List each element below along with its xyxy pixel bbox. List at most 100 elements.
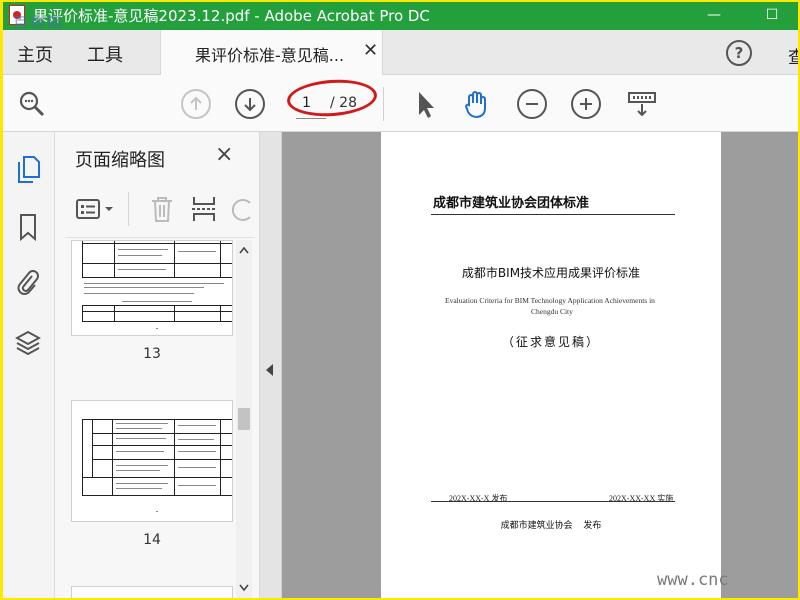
thumb-table-line [82,419,232,420]
thumbnail-page-13[interactable] [71,240,233,336]
thumbnail-options-icon[interactable] [75,196,123,224]
thumb-table-line [220,241,221,277]
thumb-text-line [116,465,168,466]
title-bar: 果评价标准-意见稿2023.12.pdf - Adobe Acrobat Pro… [3,2,798,30]
footer-rule [431,501,675,502]
thumb-text-line [178,485,216,486]
page-thumbnails-icon[interactable] [15,154,41,184]
panel-collapse-strip[interactable] [260,132,282,598]
thumb-table-line [92,419,93,477]
thumb-text-line [116,428,162,429]
thumb-page-dot [156,511,158,512]
thumbnails-toolbar-divider [128,192,129,226]
thumbnails-list: 13 14 [55,240,260,598]
thumb-table-line [174,241,175,277]
bookmarks-icon[interactable] [15,212,41,242]
thumb-table-line [82,241,83,277]
thumb-table-line [220,419,221,495]
document-title: 成都市BIM技术应用成果评价标准 [461,266,641,280]
scroll-down-icon[interactable] [239,584,249,592]
thumbnail-label-14: 14 [143,532,161,548]
zoom-out-icon[interactable] [517,89,547,119]
thumbnail-page-15[interactable] [71,586,233,598]
search-tab-truncated[interactable]: 查 [788,43,798,68]
page-input-underline [296,118,326,119]
thumb-text-line [178,251,216,252]
tab-bar: 主页 工具 果评价标准-意见稿... ✕ ? 查 [3,30,798,75]
rotate-page-icon[interactable] [232,194,252,224]
document-tab-label: 果评价标准-意见稿... [195,46,345,65]
collapse-panel-icon[interactable] [266,364,273,376]
zoom-in-icon[interactable] [571,89,601,119]
thumbnails-scrollbar[interactable] [236,240,252,598]
zoom-search-icon[interactable] [17,89,47,119]
thumb-table-line [82,321,232,322]
thumb-table-line [82,477,232,478]
thumb-table-line [220,305,221,321]
english-title-line-2: Chengdu City [531,307,573,316]
thumb-text-line [178,451,216,452]
tab-tools[interactable]: 工具 [87,41,123,67]
scroll-up-icon[interactable] [239,246,249,254]
thumbnail-page-14[interactable] [71,400,233,522]
fit-page-icon[interactable] [627,89,657,119]
thumb-table-line [82,305,83,321]
tab-home[interactable]: 主页 [17,41,53,67]
thumb-text-line [116,488,162,489]
maximize-icon[interactable]: ☐ [761,4,783,26]
minimize-icon[interactable]: — [703,4,725,26]
layers-icon[interactable] [15,328,41,358]
thumb-text-line [178,467,216,468]
thumb-table-line [82,419,83,495]
thumb-text-line [118,269,166,270]
navigation-rail [3,132,55,598]
publisher-line: 成都市建筑业协会 发布 [500,521,602,531]
draft-label: （征求意见稿） [501,335,600,349]
thumb-page-dot [156,328,158,329]
thumb-text-line [116,483,168,484]
thumb-text-line [178,439,214,440]
thumbnail-label-13: 13 [143,346,161,362]
thumb-table-line [82,243,232,244]
close-panel-icon[interactable]: × [215,142,233,167]
thumb-text-line [116,470,160,471]
attachments-icon[interactable] [15,268,41,298]
page-thumbnails-panel: 页面缩略图 × 13 14 [55,132,260,598]
thumb-table-line [82,277,232,278]
implementation-date: 202X-XX-XX 实施 [609,494,674,503]
insert-page-icon[interactable] [190,194,218,224]
thumb-text-line [116,451,164,452]
thumb-table-line [114,305,115,321]
acrobat-window: 果评价标准-意见稿2023.12.pdf - Adobe Acrobat Pro… [3,2,798,598]
thumb-text-line [116,423,168,424]
thumb-text-line [84,293,194,294]
issue-date: 202X-XX-X 发布 [449,494,508,503]
thumbnails-panel-title: 页面缩略图 [75,150,165,171]
toolbar-divider [383,87,384,121]
standard-org-heading: 成都市建筑业协会团体标准 [433,196,590,211]
thumb-text-line [122,301,192,302]
previous-page-icon[interactable] [181,89,211,119]
thumb-table-line [114,241,115,277]
thumb-table-line [92,445,232,446]
thumbnails-toolbar [65,184,255,238]
thumb-text-line [84,283,224,284]
select-cursor-icon[interactable] [411,89,441,119]
heading-rule [431,214,675,215]
delete-page-icon[interactable] [149,194,175,224]
next-page-icon[interactable] [235,89,265,119]
help-icon[interactable]: ? [726,40,752,66]
thumb-text-line [116,438,166,439]
thumb-table-line [82,311,232,312]
tab-document[interactable]: 果评价标准-意见稿... ✕ [160,30,383,75]
scrollbar-thumb[interactable] [238,408,250,430]
window-title: 果评价标准-意见稿2023.12.pdf - Adobe Acrobat Pro… [33,7,430,25]
close-tab-icon[interactable]: ✕ [363,40,378,61]
hand-tool-icon[interactable] [461,89,491,119]
document-view[interactable]: 成都市建筑业协会团体标准 成都市BIM技术应用成果评价标准 Evaluation… [282,132,798,598]
thumb-text-line [118,249,168,250]
main-toolbar: 1 / 28 [3,75,798,132]
thumb-table-line [92,459,232,460]
thumb-text-line [178,425,216,426]
thumb-table-line [174,305,175,321]
